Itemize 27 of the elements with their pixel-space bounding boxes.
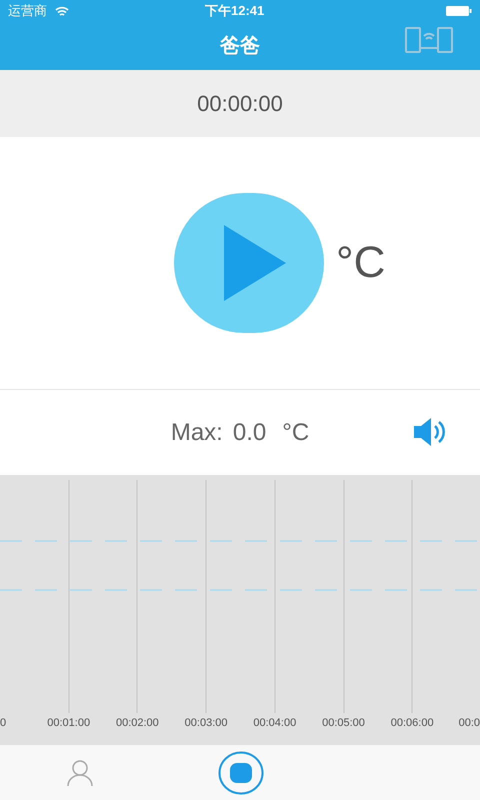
devices-button[interactable]	[404, 26, 454, 54]
sound-button[interactable]	[412, 416, 446, 448]
time-label: 00:04:00	[252, 716, 298, 731]
speaker-icon	[412, 416, 446, 448]
time-label: 00:03:00	[184, 716, 228, 731]
carrier-text: 运营商	[8, 2, 47, 20]
person-icon	[66, 759, 94, 787]
max-value: 0.0	[232, 418, 266, 448]
temperature-unit: °C	[336, 237, 386, 289]
play-icon	[224, 225, 286, 301]
max-label: Max:	[170, 418, 223, 448]
profile-tab[interactable]	[66, 759, 94, 787]
clock-text: 下午12:41	[205, 2, 264, 20]
record-tab[interactable]	[218, 751, 264, 795]
time-label: 00:06:00	[390, 716, 435, 731]
time-label: 00:0	[458, 716, 480, 731]
devices-icon	[404, 26, 454, 54]
battery-icon	[446, 5, 472, 17]
time-label: 00:05:00	[321, 716, 366, 731]
nav-title: 爸爸	[220, 34, 260, 59]
time-label: 00:01:00	[46, 716, 92, 731]
time-label: 0	[0, 716, 6, 731]
max-unit: °C	[282, 418, 310, 448]
time-label: 00:02:00	[114, 716, 160, 731]
timer-text: 00:00:00	[197, 90, 283, 118]
record-icon	[218, 751, 264, 795]
wifi-icon	[55, 6, 69, 16]
